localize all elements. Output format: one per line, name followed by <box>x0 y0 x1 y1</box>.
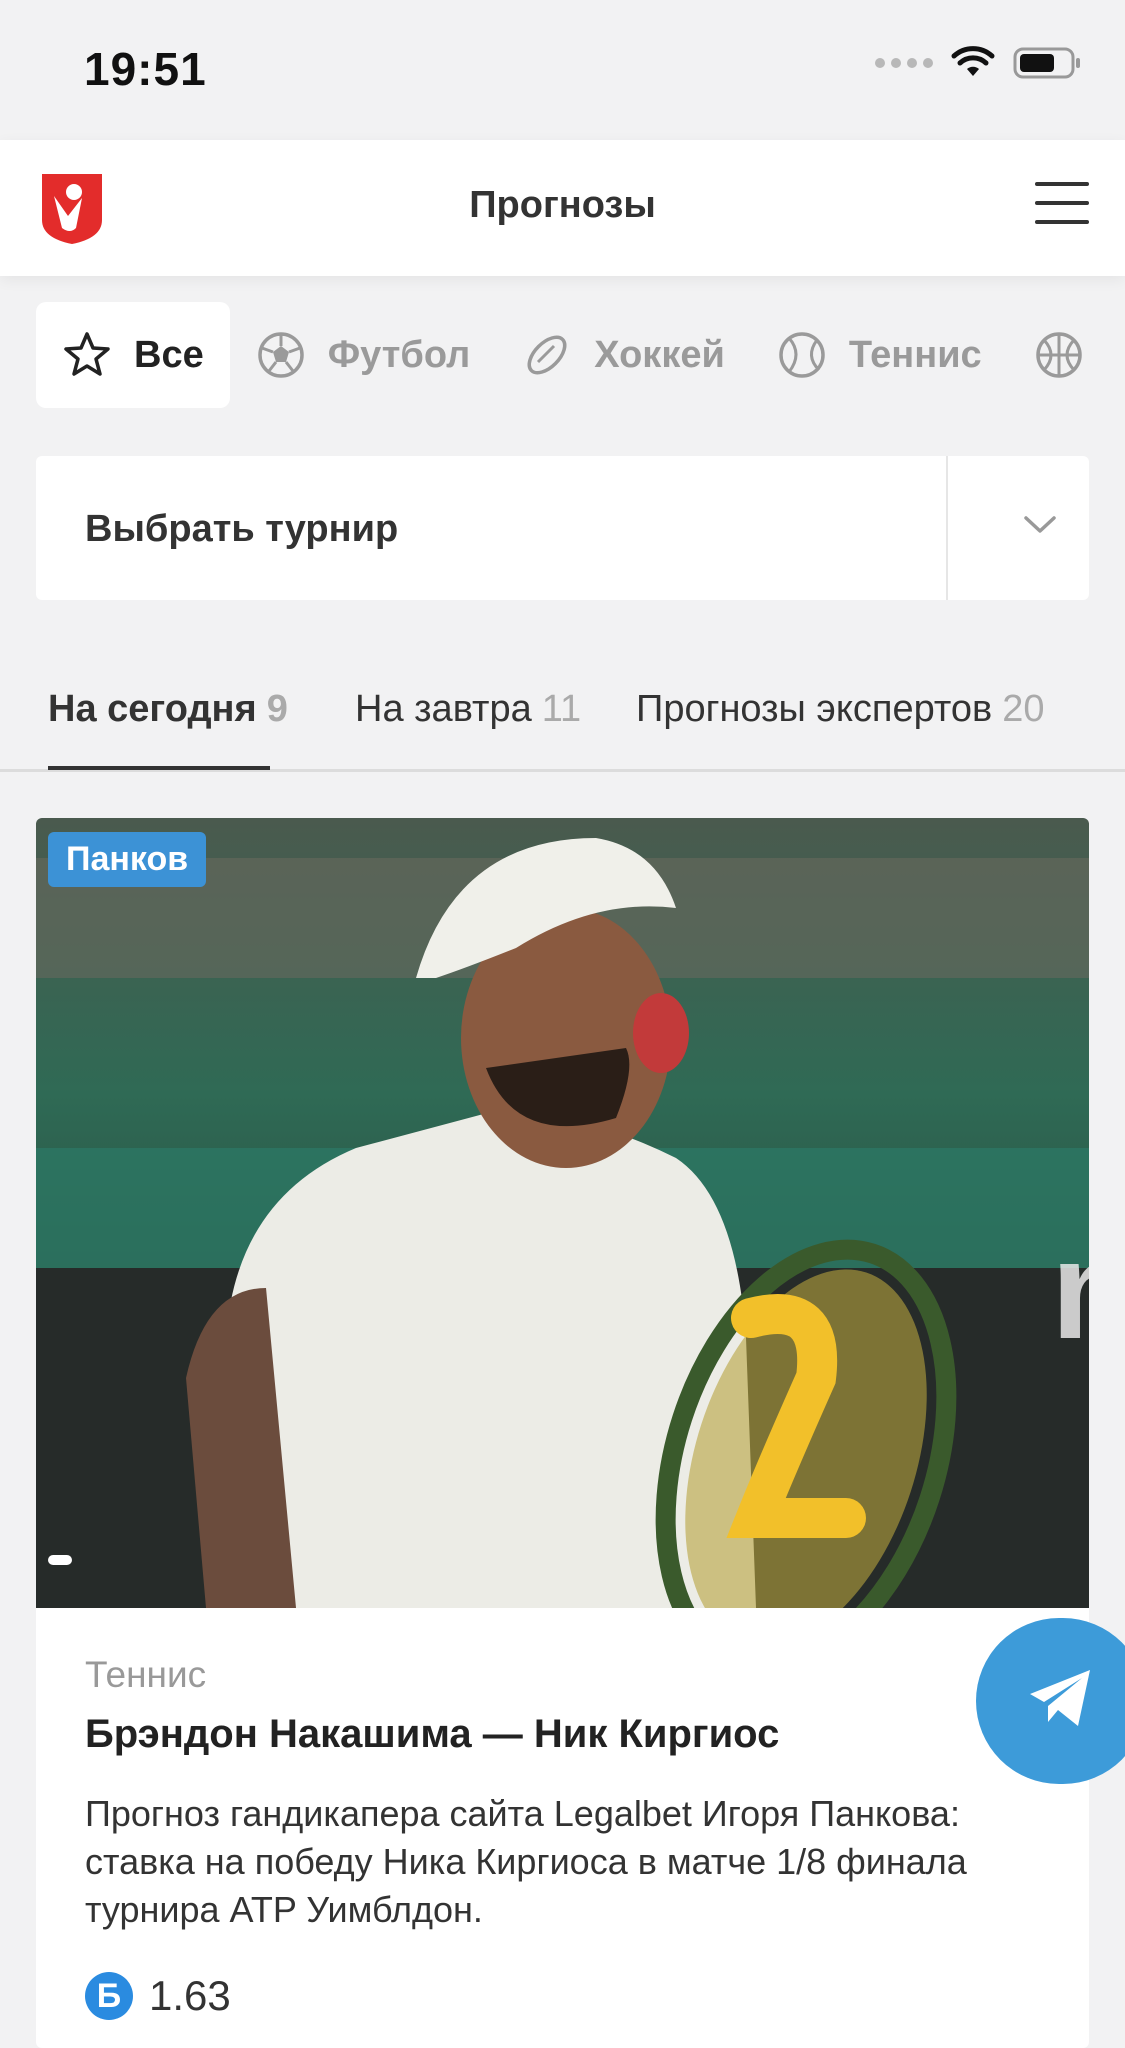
chevron-down-icon[interactable] <box>1020 504 1060 544</box>
tournament-select-label: Выбрать турнир <box>85 508 399 550</box>
status-icons <box>875 46 1083 80</box>
active-tab-indicator <box>48 766 270 770</box>
odds-row[interactable]: Б 1.63 <box>85 1972 231 2020</box>
tab-experts[interactable]: Прогнозы экспертов 20 <box>636 688 1044 731</box>
tab-tomorrow[interactable]: На завтра 11 <box>355 688 581 731</box>
tab-count: 9 <box>266 688 288 730</box>
match-photo[interactable]: nph <box>36 818 1089 1608</box>
prediction-card[interactable]: nph Панков Теннис Брэндон Накашима — Ник… <box>36 818 1089 2048</box>
divider <box>946 456 948 600</box>
tab-count: 11 <box>541 688 582 730</box>
card-title[interactable]: Брэндон Накашима — Ник Киргиос <box>85 1712 779 1757</box>
page-title: Прогнозы <box>469 184 656 226</box>
menu-button[interactable] <box>1035 182 1089 226</box>
tab-today[interactable]: На сегодня 9 <box>48 688 288 731</box>
svg-text:nph: nph <box>1051 1211 1089 1368</box>
odds-value: 1.63 <box>149 1972 231 2019</box>
tab-count: 20 <box>1002 688 1045 730</box>
bookmaker-icon: Б <box>85 1972 133 2020</box>
battery-icon <box>1013 47 1080 79</box>
app-header: Прогнозы <box>0 140 1125 276</box>
author-badge[interactable]: Панков <box>48 832 207 887</box>
tab-hockey[interactable]: Хоккей <box>496 302 751 408</box>
status-time: 19:51 <box>84 43 207 95</box>
tab-all[interactable]: Все <box>36 302 230 408</box>
card-description: Прогноз гандикапера сайта Legalbet Игоря… <box>85 1793 967 1930</box>
star-icon <box>64 332 110 376</box>
telegram-icon <box>1030 1670 1090 1726</box>
tennis-ball-icon <box>779 332 825 378</box>
card-sport-label: Теннис <box>85 1654 207 1695</box>
tab-football[interactable]: Футбол <box>230 302 497 408</box>
tournament-select[interactable]: Выбрать турнир <box>36 456 1089 600</box>
status-bar: 19:51 <box>0 0 1125 140</box>
tab-tennis[interactable]: Теннис <box>751 302 1008 408</box>
basketball-icon <box>1035 332 1082 378</box>
wifi-icon <box>951 46 995 76</box>
slide-indicator <box>48 1555 72 1565</box>
tab-basketball[interactable] <box>1008 302 1125 408</box>
soccer-ball-icon <box>257 332 304 378</box>
sport-tabs: Все Футбол Хоккей Теннис <box>36 302 1125 408</box>
signal-icon <box>875 58 933 68</box>
date-tabs: На сегодня 9 На завтра 11 Прогнозы эксперт… <box>0 660 1125 772</box>
hamburger-icon <box>1035 182 1089 186</box>
hockey-puck-icon <box>527 335 567 375</box>
